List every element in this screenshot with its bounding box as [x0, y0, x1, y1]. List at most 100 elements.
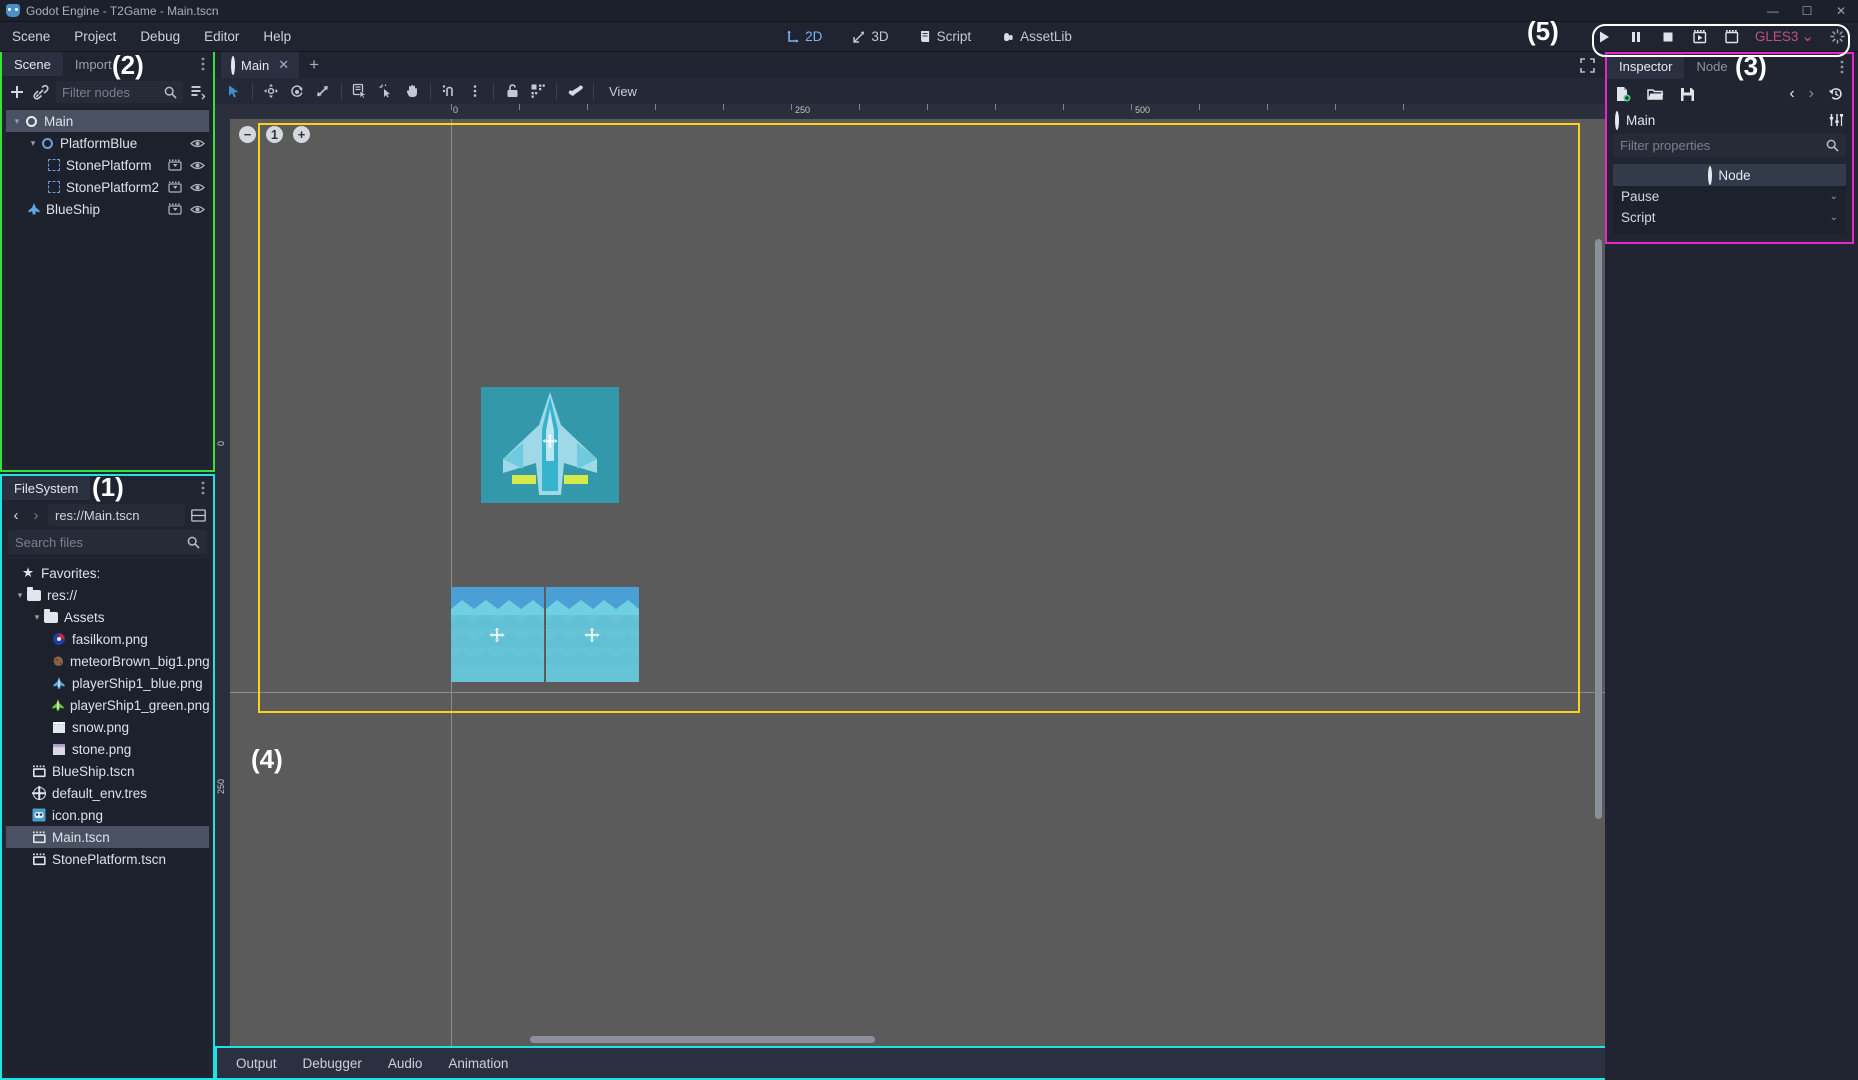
view-menu-button[interactable]: View [599, 84, 647, 99]
tab-output[interactable]: Output [223, 1051, 290, 1076]
fullscreen-icon[interactable] [1570, 57, 1605, 73]
open-scene-icon[interactable] [168, 203, 182, 215]
close-icon[interactable]: ✕ [278, 57, 289, 73]
snap-options-button[interactable] [462, 79, 488, 103]
menu-editor[interactable]: Editor [193, 25, 250, 48]
property-row-script[interactable]: Script ⌄ [1613, 207, 1846, 228]
lock-button[interactable] [499, 79, 525, 103]
tab-filesystem[interactable]: FileSystem [2, 476, 91, 500]
ruler-mode-button[interactable] [373, 79, 399, 103]
viewport[interactable]: 0 250 500 0 250 − 1 + (4) [215, 104, 1605, 1046]
blueship-sprite[interactable] [481, 387, 619, 503]
scene-node-platformblue[interactable]: ▾ PlatformBlue [6, 132, 209, 154]
file-row-blueship-scene[interactable]: BlueShip.tscn [6, 760, 209, 782]
filter-properties-input[interactable]: Filter properties [1613, 134, 1846, 157]
file-row-stoneplatform-scene[interactable]: StonePlatform.tscn [6, 848, 209, 870]
file-row-stone[interactable]: stone.png [6, 738, 209, 760]
current-path-display[interactable]: res://Main.tscn [48, 504, 185, 526]
add-scene-tab-button[interactable]: + [299, 55, 329, 75]
tab-node[interactable]: Node [1684, 54, 1739, 79]
scene-node-main[interactable]: ▾ Main [6, 110, 209, 132]
menu-project[interactable]: Project [63, 25, 127, 48]
pause-icon[interactable] [1627, 28, 1645, 46]
group-button[interactable] [525, 79, 551, 103]
tab-audio[interactable]: Audio [375, 1051, 436, 1076]
chevron-left-icon[interactable]: ‹ [1789, 85, 1794, 103]
visibility-toggle-icon[interactable] [190, 138, 205, 149]
rotate-mode-button[interactable] [284, 79, 310, 103]
new-resource-icon[interactable] [1615, 86, 1631, 102]
file-row-main-scene[interactable]: Main.tscn [6, 826, 209, 848]
open-scene-icon[interactable] [168, 159, 182, 171]
menu-debug[interactable]: Debug [129, 25, 191, 48]
move-handle-icon[interactable] [584, 627, 600, 643]
horizontal-scrollbar[interactable] [530, 1036, 875, 1043]
tools-icon[interactable] [1828, 112, 1844, 128]
scale-mode-button[interactable] [310, 79, 336, 103]
maximize-button[interactable]: ☐ [1790, 0, 1824, 22]
zoom-reset-button[interactable]: 1 [266, 126, 283, 143]
file-row-assets[interactable]: ▾ Assets [6, 606, 209, 628]
filesystem-panel-menu-icon[interactable] [193, 480, 213, 496]
file-row-playership-green[interactable]: playerShip1_green.png [6, 694, 209, 716]
nav-forward-button[interactable]: › [28, 507, 44, 524]
play-scene-icon[interactable] [1691, 28, 1709, 46]
property-row-pause[interactable]: Pause ⌄ [1613, 186, 1846, 207]
open-scene-icon[interactable] [168, 181, 182, 193]
tab-script[interactable]: Script [911, 26, 980, 47]
close-button[interactable]: ✕ [1824, 0, 1858, 22]
tab-2d[interactable]: 2D [778, 26, 830, 47]
chevron-down-icon[interactable]: ▾ [31, 612, 43, 623]
scene-panel-menu-icon[interactable] [193, 56, 213, 72]
file-row-favorites[interactable]: ★ Favorites: [6, 562, 209, 584]
filesystem-tree[interactable]: ★ Favorites: ▾ res:// ▾ Assets fasilkom.… [6, 559, 209, 1074]
file-row-snow[interactable]: snow.png [6, 716, 209, 738]
zoom-in-button[interactable]: + [293, 126, 310, 143]
canvas-area[interactable] [230, 119, 1605, 1046]
file-row-res[interactable]: ▾ res:// [6, 584, 209, 606]
move-handle-icon[interactable] [542, 433, 558, 449]
menu-scene[interactable]: Scene [1, 25, 61, 48]
play-custom-scene-icon[interactable] [1723, 28, 1741, 46]
chevron-down-icon[interactable]: ▾ [26, 138, 40, 149]
chevron-down-icon[interactable]: ⌄ [1830, 191, 1838, 202]
tab-animation[interactable]: Animation [435, 1051, 521, 1076]
minimize-button[interactable]: — [1756, 0, 1790, 22]
file-row-icon-png[interactable]: icon.png [6, 804, 209, 826]
move-handle-icon[interactable] [489, 627, 505, 643]
visibility-toggle-icon[interactable] [190, 160, 205, 171]
zoom-out-button[interactable]: − [239, 126, 256, 143]
add-node-button[interactable] [8, 83, 26, 101]
vertical-scrollbar[interactable] [1595, 239, 1602, 819]
tree-options-icon[interactable] [189, 83, 207, 101]
search-files-input[interactable]: Search files [8, 530, 207, 554]
chevron-down-icon[interactable]: ▾ [14, 590, 26, 601]
file-row-meteor[interactable]: meteorBrown_big1.png [6, 650, 209, 672]
tab-3d[interactable]: 3D [844, 26, 896, 47]
property-section-node[interactable]: Node [1613, 164, 1846, 186]
chevron-right-icon[interactable]: › [1809, 85, 1814, 103]
file-row-default-env[interactable]: default_env.tres [6, 782, 209, 804]
save-icon[interactable] [1680, 87, 1695, 102]
scene-node-stoneplatform2[interactable]: StonePlatform2 [6, 176, 209, 198]
bone-icon[interactable] [562, 79, 588, 103]
file-row-fasilkom[interactable]: fasilkom.png [6, 628, 209, 650]
snap-mode-button[interactable] [436, 79, 462, 103]
instance-child-scene-icon[interactable] [32, 83, 50, 101]
select-mode-button[interactable] [221, 79, 247, 103]
nav-back-button[interactable]: ‹ [8, 507, 24, 524]
scene-tree[interactable]: ▾ Main ▾ PlatformBlue StonePlatform Ston… [6, 108, 209, 466]
tab-scene[interactable]: Scene [2, 52, 63, 76]
tab-inspector[interactable]: Inspector [1607, 54, 1685, 79]
scene-node-stoneplatform[interactable]: StonePlatform [6, 154, 209, 176]
visibility-toggle-icon[interactable] [190, 204, 205, 215]
visibility-toggle-icon[interactable] [190, 182, 205, 193]
menu-help[interactable]: Help [252, 25, 302, 48]
pan-mode-button[interactable] [399, 79, 425, 103]
stop-icon[interactable] [1659, 28, 1677, 46]
filter-nodes-input[interactable]: Filter nodes [56, 81, 183, 103]
split-mode-icon[interactable] [189, 508, 207, 522]
file-row-playership-blue[interactable]: playerShip1_blue.png [6, 672, 209, 694]
stoneplatform2-sprite[interactable] [546, 587, 639, 682]
chevron-down-icon[interactable]: ⌄ [1830, 212, 1838, 223]
